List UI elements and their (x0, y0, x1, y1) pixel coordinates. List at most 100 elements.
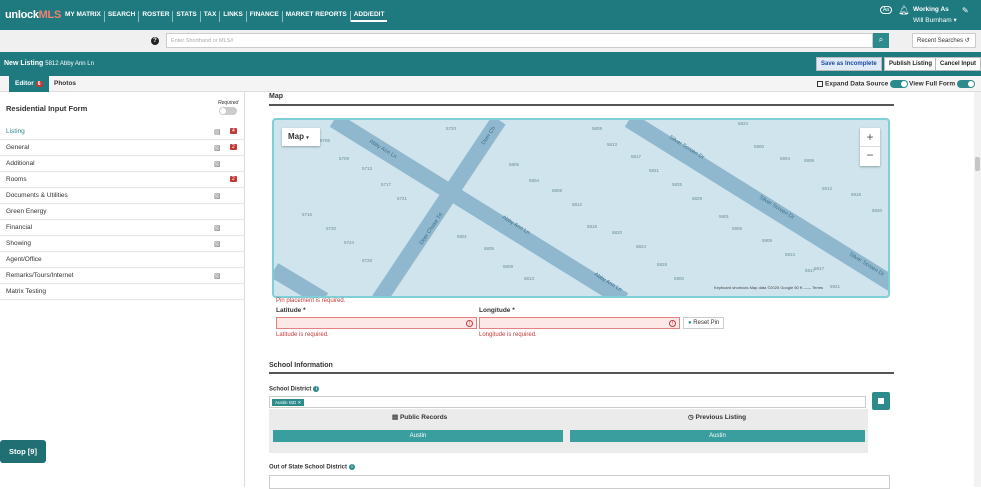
sidebar-item-green-energy[interactable]: Green Energy (0, 204, 245, 220)
address-label: 5713 (362, 166, 373, 171)
history-icon: ↺ (964, 38, 970, 44)
address-label: 5921 (830, 284, 841, 289)
document-icon: ▤ (392, 414, 399, 421)
publish-listing-button[interactable]: Publish Listing (884, 57, 937, 71)
help-icon[interactable]: ? (151, 37, 159, 45)
map-section-title: Map (269, 93, 283, 100)
latitude-input[interactable]: ! (276, 317, 477, 329)
map-type-button[interactable]: Map ▾ (282, 128, 320, 146)
address-label: 5904 (780, 156, 791, 161)
sidebar-item-matrix-testing[interactable]: Matrix Testing (0, 284, 245, 300)
view-full-form-option[interactable]: View Full Form (909, 80, 975, 88)
address-label: 5809 (592, 126, 603, 131)
address-label: 5809 (503, 264, 514, 269)
user-menu[interactable]: Will Burnham ▾ (913, 16, 957, 24)
chevron-down-icon: ▾ (306, 135, 309, 141)
map-pin-icon: ● (688, 320, 692, 326)
save-incomplete-button[interactable]: Save as Incomplete (816, 57, 882, 71)
address-label: 5721 (397, 196, 408, 201)
sidebar-item-listing[interactable]: Listing ▤ 4 (0, 124, 245, 140)
zoom-out-button[interactable]: − (860, 147, 880, 165)
address-label: 5901 (719, 214, 730, 219)
map-canvas[interactable]: Abby Ann Ln Abby Ann Ln Abby Ann Ln Silv… (274, 120, 890, 298)
nav-search[interactable]: SEARCH (105, 11, 140, 22)
nav-roster[interactable]: ROSTER (139, 11, 174, 22)
nav-add-edit[interactable]: ADD/EDIT (350, 11, 388, 22)
sidebar-item-additional[interactable]: Additional ▧ (0, 156, 245, 172)
sidebar-item-remarks-tours-internet[interactable]: Remarks/Tours/Internet ▧ (0, 268, 245, 284)
pencil-icon[interactable]: ✎ (962, 6, 969, 15)
public-records-value-button[interactable]: Austin (273, 430, 563, 442)
address-label: 5920 (872, 208, 883, 213)
document-icon: ▧ (214, 145, 221, 152)
nav-my-matrix[interactable]: MY MATRIX (62, 11, 105, 22)
address-label: 5817 (814, 266, 825, 271)
save-icon[interactable] (872, 392, 890, 410)
tab-editor[interactable]: Editor 6 (9, 76, 49, 92)
address-label: 5908 (804, 158, 815, 163)
search-icon: ⌕ (878, 35, 884, 44)
address-label: 5805 (509, 162, 520, 167)
map-view[interactable]: Abby Ann Ln Abby Ann Ln Abby Ann Ln Silv… (272, 118, 890, 298)
bell-icon[interactable]: 🔔︎ (898, 5, 909, 16)
history-icon: ◷ (688, 414, 694, 421)
info-icon[interactable]: i (313, 386, 320, 392)
sidebar-item-rooms[interactable]: Rooms 2 (0, 172, 245, 188)
address-label: 5905 (732, 226, 743, 231)
school-district-label: School District i (269, 386, 320, 393)
address-label: 5709 (339, 156, 350, 161)
longitude-input[interactable]: ! (479, 317, 680, 329)
expand-data-source-checkbox[interactable] (817, 81, 823, 87)
school-district-tag: Austin ISD ✕ (272, 399, 305, 406)
nav-links[interactable]: LINKS (220, 11, 247, 22)
zoom-in-button[interactable]: + (860, 128, 880, 147)
sidebar-item-general[interactable]: General ▧ 2 (0, 140, 245, 156)
latitude-label: Latitude * (276, 307, 306, 314)
stop-button[interactable]: Stop [9] (0, 440, 46, 463)
school-district-input[interactable]: Austin ISD ✕ (269, 396, 866, 408)
address-label: 5724 (344, 240, 355, 245)
previous-listing-header: ◷ Previous Listing (688, 414, 747, 421)
nav-market-reports[interactable]: MARKET REPORTS (283, 11, 351, 22)
font-size-button[interactable]: Aa (880, 6, 892, 14)
expand-data-source-toggle[interactable] (890, 80, 909, 88)
unlock-mls-logo[interactable]: unlockMLS (5, 9, 61, 21)
search-button[interactable]: ⌕ (873, 33, 889, 48)
data-source-compare: ▤ Public Records ◷ Previous Listing Aust… (269, 409, 868, 453)
sidebar-item-documents-utilities[interactable]: Documents & Utilities ▧ (0, 188, 245, 204)
search-input[interactable]: Enter Shorthand or MLS# (166, 33, 873, 48)
address-label: 5909 (762, 238, 773, 243)
sidebar-item-showing[interactable]: Showing ▧ (0, 236, 245, 252)
document-icon: ▧ (214, 225, 221, 232)
address-label: 5716 (302, 212, 313, 217)
previous-listing-value-button[interactable]: Austin (570, 430, 865, 442)
reset-pin-button[interactable]: ● Reset Pin (683, 317, 725, 329)
map-attribution[interactable]: Keyboard shortcuts Map data ©2025 Google… (714, 285, 823, 290)
error-count-badge: 2 (230, 144, 237, 150)
editor-tabs: Editor 6 Photos Expand Data Source View F… (0, 76, 981, 92)
cancel-input-button[interactable]: Cancel Input (935, 57, 981, 71)
address-label: 5812 (572, 202, 583, 207)
info-icon[interactable]: i (349, 464, 356, 470)
sidebar-item-financial[interactable]: Financial ▧ (0, 220, 245, 236)
sidebar-item-agent-office[interactable]: Agent/Office (0, 252, 245, 268)
address-label: 5808 (552, 188, 563, 193)
address-label: 5804 (529, 178, 540, 183)
address-label: 5728 (362, 258, 373, 263)
scrollbar-thumb[interactable] (975, 157, 980, 171)
expand-data-source-option[interactable]: Expand Data Source (817, 80, 909, 88)
latitude-error: Latitude is required. (276, 332, 329, 338)
address-label: 5720 (326, 226, 337, 231)
recent-searches-button[interactable]: Recent Searches ↺ (912, 33, 976, 48)
nav-stats[interactable]: STATS (173, 11, 201, 22)
view-full-form-toggle[interactable] (956, 80, 975, 88)
listing-address: 5812 Abby Ann Ln (45, 61, 94, 67)
tab-photos[interactable]: Photos (48, 76, 82, 92)
close-icon[interactable]: ✕ (298, 400, 302, 405)
nav-tax[interactable]: TAX (201, 11, 221, 22)
school-section-title: School Information (269, 362, 333, 369)
address-label: 5917 (805, 268, 816, 273)
page-scrollbar[interactable] (974, 92, 981, 487)
nav-finance[interactable]: FINANCE (247, 11, 283, 22)
required-toggle[interactable] (219, 107, 237, 115)
